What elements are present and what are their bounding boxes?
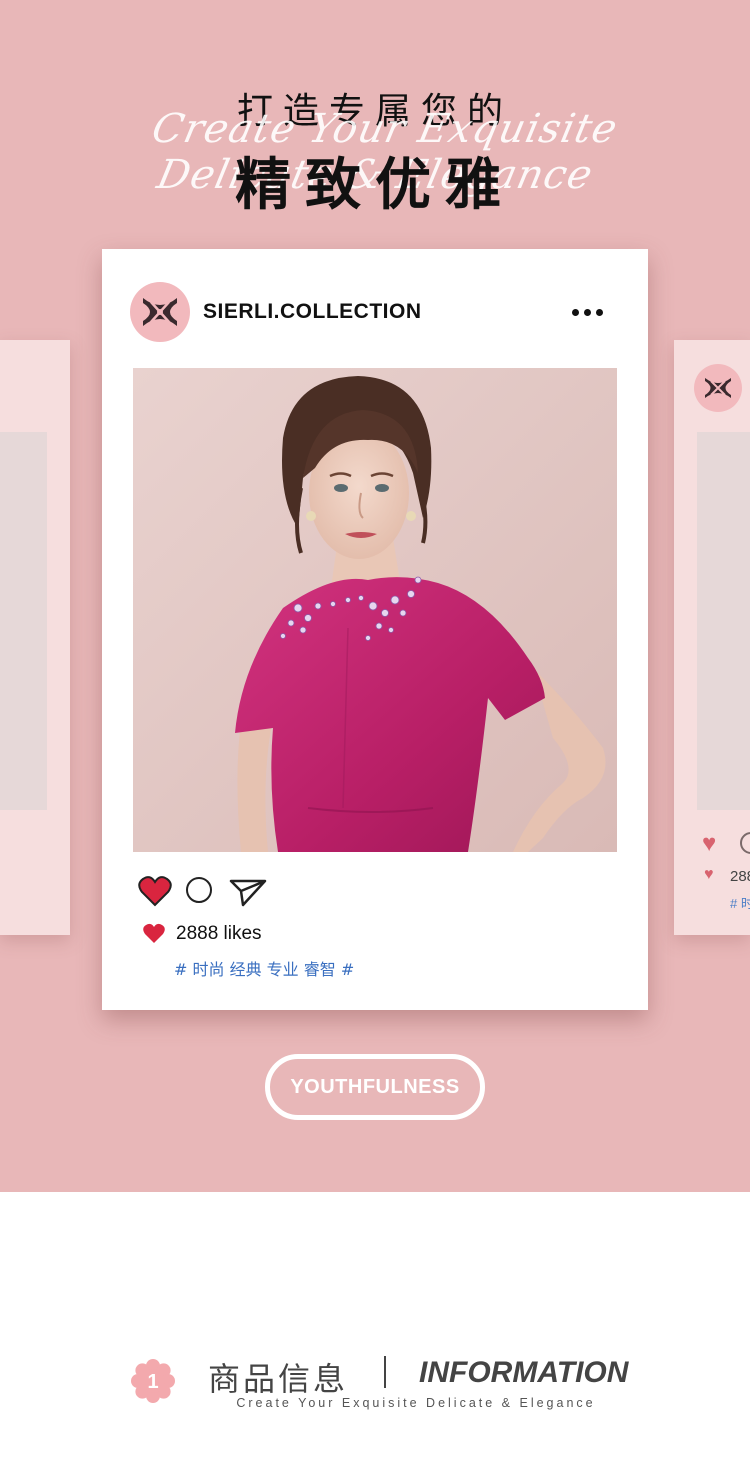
likes-heart-icon <box>143 923 165 943</box>
section-title-en: INFORMATION <box>419 1356 629 1389</box>
brand-avatar[interactable] <box>130 282 190 342</box>
likes-heart-icon: ♥ <box>704 866 714 883</box>
flower-badge-number: 1 <box>147 1371 158 1393</box>
section-title-cn: 商品信息 <box>208 1360 349 1398</box>
likes-count[interactable]: 2888 likes <box>176 923 262 945</box>
post-hashtags[interactable]: # 时尚 经典 专业 睿智 # <box>174 956 354 980</box>
side-hashtags[interactable]: # 时 <box>730 893 750 912</box>
comment-icon[interactable] <box>740 832 750 854</box>
section-divider <box>384 1356 386 1388</box>
brand-username[interactable]: SIERLI.COLLECTION <box>203 300 422 324</box>
heart-icon[interactable]: ♥ <box>702 830 716 858</box>
youthfulness-label: YOUTHFULNESS <box>290 1075 460 1098</box>
post-photo[interactable] <box>133 368 617 852</box>
more-options-icon[interactable] <box>572 299 603 325</box>
send-icon[interactable] <box>229 877 267 907</box>
side-post-card-right[interactable]: ♥ ♥ 288 # 时 <box>674 340 750 935</box>
headline-main: 精致优雅 <box>235 153 515 218</box>
like-heart-icon[interactable] <box>138 875 172 907</box>
brand-logo-icon <box>143 298 177 326</box>
fashion-model-photo <box>133 368 617 852</box>
side-post-card-left[interactable] <box>0 340 70 935</box>
side-post-photo-placeholder <box>697 432 750 810</box>
youthfulness-button[interactable]: YOUTHFULNESS <box>265 1054 485 1120</box>
post-card: SIERLI.COLLECTION 2888 likes # 时尚 经典 专业 … <box>102 249 648 1010</box>
side-post-photo-placeholder <box>0 432 47 810</box>
brand-logo-icon <box>694 364 742 412</box>
side-likes-count: 288 <box>730 868 750 885</box>
comment-icon[interactable] <box>186 877 212 903</box>
section-subtitle: Create Your Exquisite Delicate & Eleganc… <box>236 1396 596 1410</box>
